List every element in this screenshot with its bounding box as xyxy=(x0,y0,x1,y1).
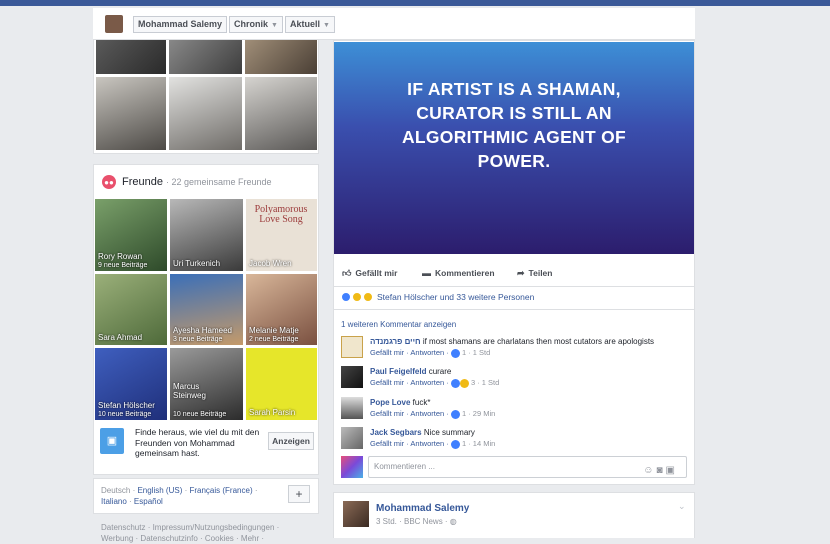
commenter-avatar[interactable] xyxy=(341,366,363,388)
post-quote-image[interactable]: IF ARTIST IS A SHAMAN, CURATOR IS STILL … xyxy=(334,42,694,254)
friend-tile[interactable]: Polyamorous Love Song Jacob Wren xyxy=(246,199,317,271)
emoji-icon[interactable]: ☺ xyxy=(643,465,656,476)
comment-actions[interactable]: Gefällt mir · Antworten · xyxy=(370,378,449,387)
commenter-avatar[interactable] xyxy=(341,427,363,449)
photos-card xyxy=(93,40,319,154)
haha-reaction-icon xyxy=(352,292,362,302)
divider xyxy=(334,309,694,310)
language-link-fr[interactable]: Français (France) xyxy=(189,486,252,495)
wow-reaction-icon xyxy=(363,292,373,302)
comment-tools: ☺◙▣ xyxy=(643,461,678,481)
share-arrow-icon: ➦ xyxy=(517,268,525,278)
friend-tile[interactable]: Rory Rowan 9 neue Beiträge xyxy=(95,199,167,271)
friend-tile[interactable]: Stefan Hölscher 10 neue Beiträge xyxy=(95,348,167,420)
friends-icon: ●● xyxy=(102,175,116,189)
chronik-dropdown[interactable]: Chronik ▼ xyxy=(229,16,283,33)
like-badge-icon xyxy=(450,348,460,358)
reactions-summary[interactable]: Stefan Hölscher und 33 weitere Personen xyxy=(341,292,534,302)
profile-header-bar: Mohammad Salemy Chronik ▼ Aktuell ▼ xyxy=(93,8,695,40)
friend-tile[interactable]: Marcus Steinweg 10 neue Beiträge xyxy=(170,348,243,420)
comment-author[interactable]: Jack Segbars xyxy=(370,428,422,437)
like-badge-icon xyxy=(450,439,460,449)
friend-tile[interactable]: Sarah Parsin xyxy=(246,348,317,420)
like-reaction-icon xyxy=(341,292,351,302)
comment-author[interactable]: Pope Love xyxy=(370,398,410,407)
profile-avatar[interactable] xyxy=(105,15,123,33)
haha-badge-icon xyxy=(459,378,469,388)
photo-thumb[interactable] xyxy=(169,77,242,150)
like-button[interactable]: 👍︎ Gefällt mir xyxy=(342,268,397,279)
language-link-es[interactable]: Español xyxy=(134,497,163,506)
sticker-icon[interactable]: ▣ xyxy=(666,465,678,476)
friends-mutual-count[interactable]: · 22 gemeinsame Freunde xyxy=(166,177,272,187)
chevron-down-icon[interactable]: ⌄ xyxy=(678,501,686,512)
comment-input[interactable]: Kommentieren ... ☺◙▣ xyxy=(368,456,687,478)
profile-name-button[interactable]: Mohammad Salemy xyxy=(133,16,228,33)
photo-thumb[interactable] xyxy=(96,40,166,74)
add-language-button[interactable]: + xyxy=(288,485,310,503)
photo-thumb[interactable] xyxy=(169,40,242,74)
commenter-avatar[interactable] xyxy=(341,336,363,358)
friend-tile[interactable]: Melanie Matje 2 neue Beiträge xyxy=(246,274,317,345)
share-button[interactable]: ➦ Teilen xyxy=(517,268,552,279)
comment-button[interactable]: ▬ Kommentieren xyxy=(422,268,495,278)
show-more-comments-link[interactable]: 1 weiteren Kommentar anzeigen xyxy=(341,320,456,329)
friend-tile[interactable]: Uri Turkenich xyxy=(170,199,243,271)
comment-text: curare xyxy=(426,367,452,376)
comment-text: if most shamans are charlatans then most… xyxy=(420,337,655,346)
next-post-meta: 3 Std. · BBC News · ◍ xyxy=(376,517,457,526)
show-button[interactable]: Anzeigen xyxy=(268,432,314,450)
language-link-en[interactable]: English (US) xyxy=(137,486,182,495)
comment-actions[interactable]: Gefällt mir · Antworten · xyxy=(370,348,449,357)
top-border xyxy=(0,0,830,6)
chevron-down-icon: ▼ xyxy=(323,22,330,29)
photo-thumb[interactable] xyxy=(245,40,317,74)
photo-thumb[interactable] xyxy=(96,77,166,150)
find-friends-icon: ▣ xyxy=(100,428,124,454)
friend-tile[interactable]: Sara Ahmad xyxy=(95,274,167,345)
chevron-down-icon: ▼ xyxy=(271,22,278,29)
like-badge-icon xyxy=(450,409,460,419)
camera-icon[interactable]: ◙ xyxy=(657,465,666,476)
divider xyxy=(334,286,694,287)
comment-author[interactable]: חיים פרגמנדה xyxy=(370,337,421,346)
my-avatar xyxy=(341,456,363,478)
comment-icon: ▬ xyxy=(422,268,431,278)
find-friends-text: Finde heraus, wie viel du mit den Freund… xyxy=(135,427,260,458)
footer-links: Datenschutz · Impressum/Nutzungsbedingun… xyxy=(101,523,280,543)
friends-title[interactable]: Freunde xyxy=(122,176,163,188)
comment-composer: Kommentieren ... ☺◙▣ xyxy=(341,456,691,478)
friends-header: ●● Freunde · 22 gemeinsame Freunde xyxy=(102,175,272,189)
comment-text: fuck* xyxy=(410,398,431,407)
post-actions: 👍︎ Gefällt mir ▬ Kommentieren ➦ Teilen xyxy=(334,262,694,284)
next-post-card xyxy=(333,492,695,538)
comment-actions[interactable]: Gefällt mir · Antworten · xyxy=(370,409,449,418)
photo-thumb[interactable] xyxy=(245,77,317,150)
thumbs-up-icon: 👍︎ xyxy=(342,268,352,278)
comment-author[interactable]: Paul Feigelfeld xyxy=(370,367,426,376)
next-post-author[interactable]: Mohammad Salemy xyxy=(376,503,469,514)
next-post-avatar[interactable] xyxy=(343,501,369,527)
aktuell-dropdown[interactable]: Aktuell ▼ xyxy=(285,16,335,33)
language-link-it[interactable]: Italiano xyxy=(101,497,127,506)
comment-actions[interactable]: Gefällt mir · Antworten · xyxy=(370,439,449,448)
language-list: Deutsch · English (US) · Français (Franc… xyxy=(101,486,258,506)
like-badge-icon xyxy=(450,378,460,388)
commenter-avatar[interactable] xyxy=(341,397,363,419)
friend-tile[interactable]: Ayesha Hameed 3 neue Beiträge xyxy=(170,274,243,345)
comment-text: Nice summary xyxy=(421,428,475,437)
